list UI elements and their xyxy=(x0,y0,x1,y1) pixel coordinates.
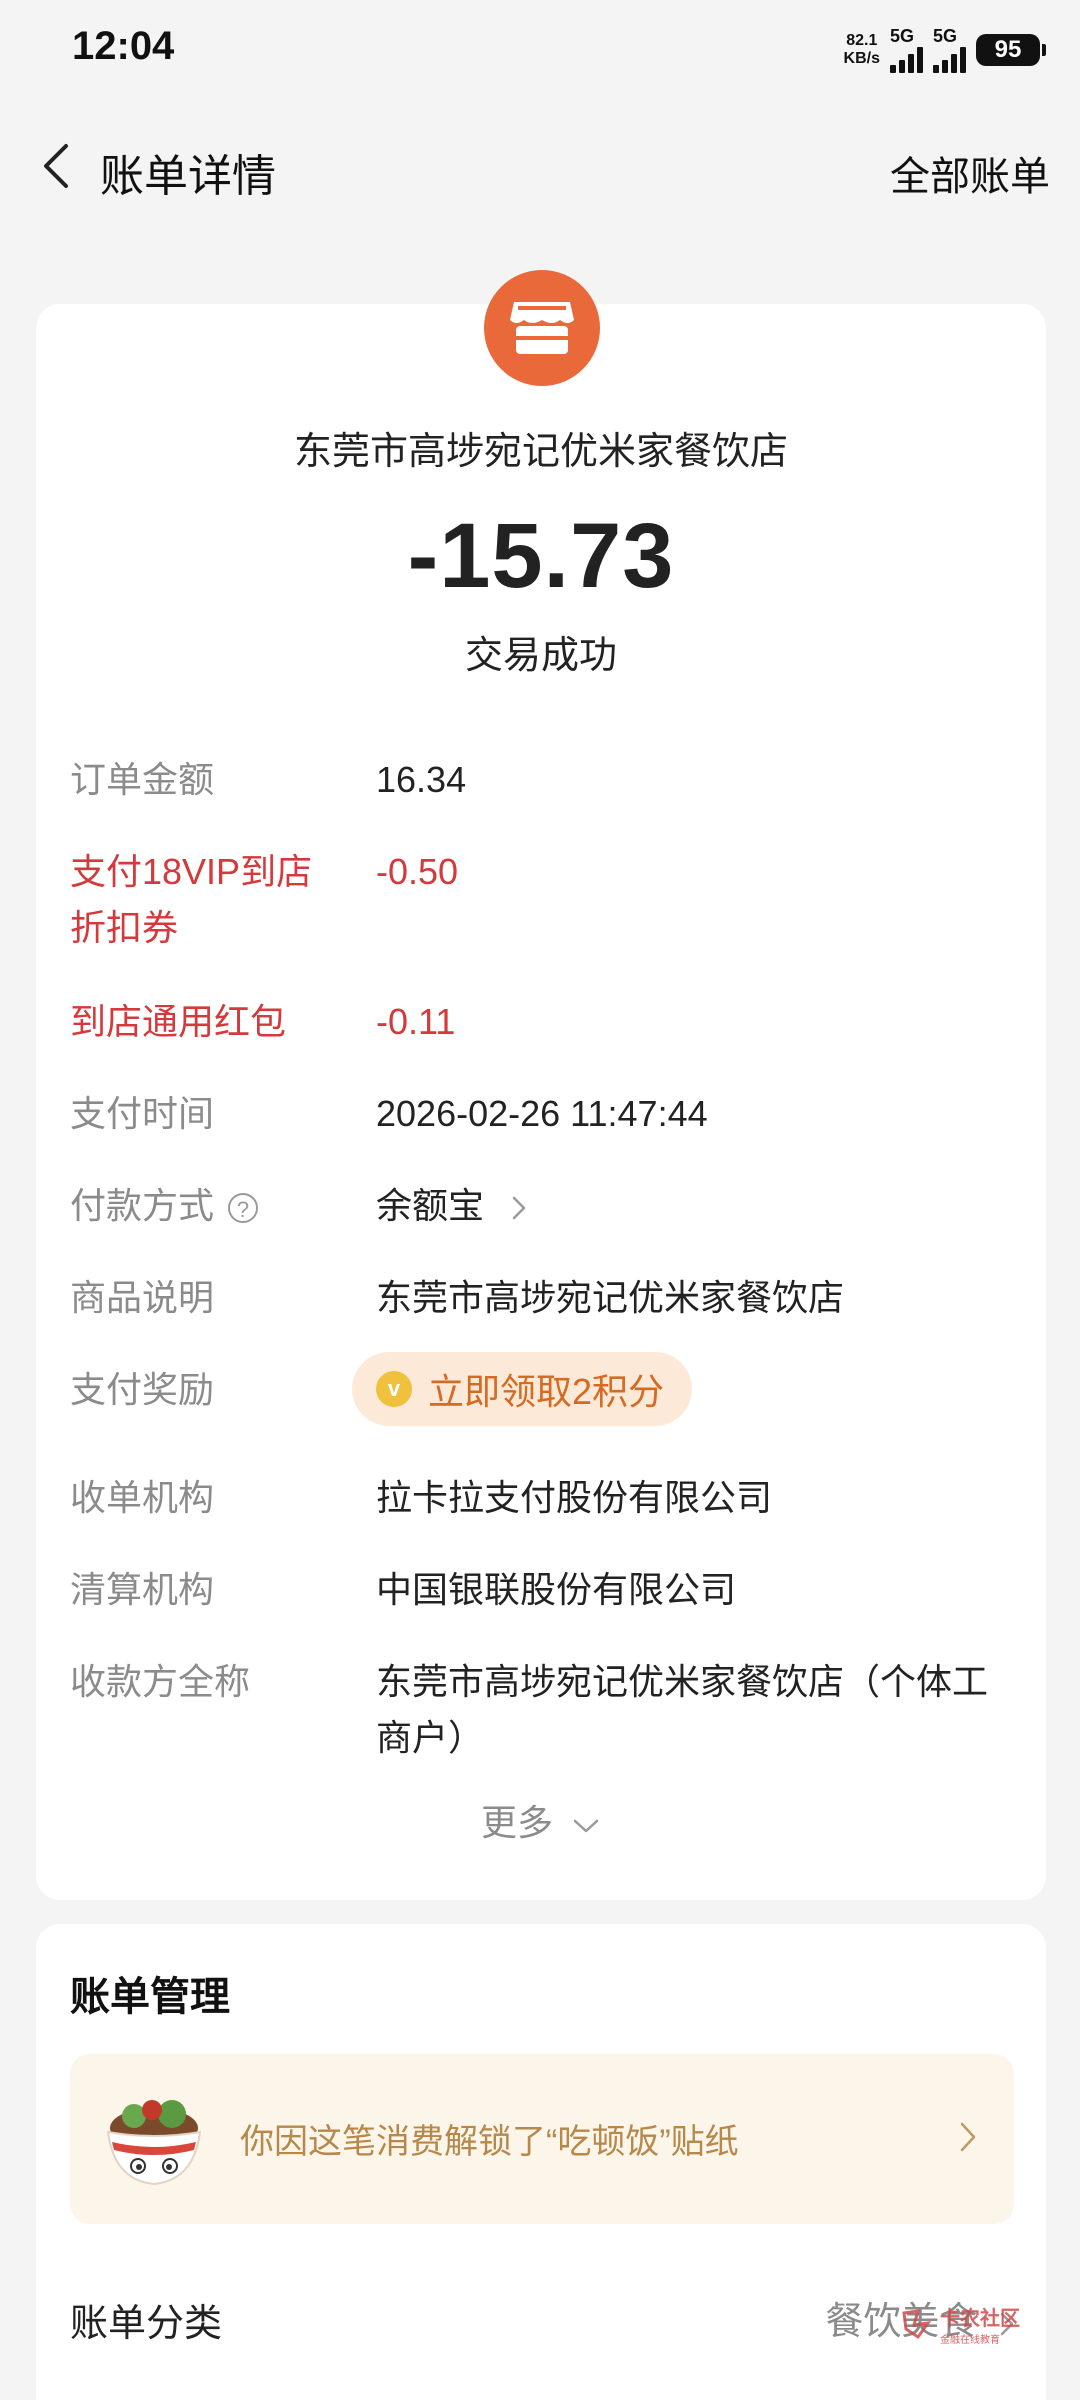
watermark-logo-icon xyxy=(902,2309,932,2340)
pay-method-value: 余额宝 xyxy=(376,1185,485,1226)
reward-label: 支付奖励 xyxy=(70,1369,215,1410)
pay-method-label: 付款方式 xyxy=(70,1185,215,1226)
signal-2-label: 5G xyxy=(933,26,958,46)
watermark-text: 卡农社区 金融在线教育 xyxy=(940,2302,1020,2346)
coupon-value: -0.50 xyxy=(376,851,459,892)
product-desc-label: 商品说明 xyxy=(70,1277,215,1318)
storefront-icon xyxy=(510,302,574,354)
red-packet-value: -0.11 xyxy=(376,1001,456,1042)
battery-indicator: 95 xyxy=(976,33,1046,66)
claim-points-label: 立即领取2积分 xyxy=(428,1371,665,1412)
points-coin-icon: v xyxy=(376,1371,412,1407)
transaction-card: 东莞市高埗宛记优米家餐饮店 -15.73 交易成功 订单金额 16.34 支付1… xyxy=(36,270,1046,1900)
transaction-amount: -15.73 xyxy=(407,505,675,607)
sticker-message: 你因这笔消费解锁了“吃顿饭”贴纸 xyxy=(240,2123,739,2161)
signal-2: 5G xyxy=(933,26,966,73)
status-bar: 12:04 82.1 KB/s 5G 5G 95 xyxy=(0,0,1080,100)
payee-label: 收款方全称 xyxy=(70,1661,251,1702)
signal-1: 5G xyxy=(890,26,923,73)
product-desc-value: 东莞市高埗宛记优米家餐饮店 xyxy=(376,1277,845,1318)
coupon-label-line2: 折扣券 xyxy=(70,907,179,948)
bill-detail-page: 12:04 82.1 KB/s 5G 5G 95 账单详情 全部账单 东莞市高埗… xyxy=(0,0,1080,2400)
network-speed-value: 82.1 xyxy=(846,31,878,49)
acquirer-label: 收单机构 xyxy=(70,1477,215,1518)
clearing-label: 清算机构 xyxy=(70,1569,215,1610)
pay-time-label: 支付时间 xyxy=(70,1093,215,1134)
chevron-down-icon xyxy=(573,1820,599,1833)
signal-1-label: 5G xyxy=(890,26,915,46)
help-icon[interactable]: ? xyxy=(228,1193,259,1224)
order-amount-label: 订单金额 xyxy=(70,759,215,800)
transaction-status: 交易成功 xyxy=(464,635,617,677)
watermark-line1: 卡农社区 xyxy=(940,2308,1020,2330)
navigation-bar: 账单详情 全部账单 xyxy=(0,120,1080,210)
signal-bars-icon xyxy=(933,47,966,73)
clearing-value: 中国银联股份有限公司 xyxy=(376,1569,737,1610)
claim-points-button[interactable]: v 立即领取2积分 xyxy=(352,1352,693,1426)
section-title: 账单管理 xyxy=(70,1975,230,2019)
signal-bars-icon xyxy=(890,47,923,73)
network-speed-unit: KB/s xyxy=(843,49,880,67)
pay-time-value: 2026-02-26 11:47:44 xyxy=(376,1093,708,1134)
network-speed: 82.1 KB/s xyxy=(844,32,880,68)
more-button[interactable]: 更多 xyxy=(36,1794,1046,1846)
chevron-right-icon xyxy=(512,1197,526,1220)
order-amount-value: 16.34 xyxy=(376,759,467,800)
food-bowl-sticker-icon xyxy=(106,2100,202,2186)
payee-value-line2: 商户） xyxy=(376,1717,485,1758)
coupon-label: 支付18VIP到店 折扣券 xyxy=(70,844,320,956)
back-button[interactable] xyxy=(30,138,86,194)
back-arrow-icon xyxy=(44,144,68,188)
watermark: 卡农社区 金融在线教育 xyxy=(900,2302,1020,2346)
all-bills-link[interactable]: 全部账单 xyxy=(890,144,1050,202)
merchant-name: 东莞市高埗宛记优米家餐饮店 xyxy=(293,431,788,473)
sticker-banner[interactable]: 你因这笔消费解锁了“吃顿饭”贴纸 xyxy=(70,2054,1014,2224)
pay-method-link[interactable]: 余额宝 xyxy=(376,1178,1016,1234)
payee-value: 东莞市高埗宛记优米家餐饮店（个体工 商户） xyxy=(376,1654,1016,1766)
chevron-right-icon xyxy=(960,2122,976,2152)
watermark-line2: 金融在线教育 xyxy=(940,2335,1000,2346)
status-time: 12:04 xyxy=(72,24,175,68)
page-title: 账单详情 xyxy=(100,152,276,201)
red-packet-label: 到店通用红包 xyxy=(70,1001,287,1042)
acquirer-value: 拉卡拉支付股份有限公司 xyxy=(376,1477,773,1518)
bill-category-label: 账单分类 xyxy=(70,2303,223,2345)
coupon-label-line1: 支付18VIP到店 xyxy=(70,851,313,892)
shop-icon xyxy=(484,270,600,386)
status-indicators: 82.1 KB/s 5G 5G 95 xyxy=(844,26,1046,73)
payee-value-line1: 东莞市高埗宛记优米家餐饮店（个体工 xyxy=(376,1661,989,1702)
more-label: 更多 xyxy=(480,1802,553,1843)
bill-management-card: 账单管理 你因这笔消费解锁了“吃顿饭”贴纸 账单分类 餐饮美食 xyxy=(36,1924,1046,2400)
pay-method-label-wrap: 付款方式? xyxy=(70,1178,320,1234)
